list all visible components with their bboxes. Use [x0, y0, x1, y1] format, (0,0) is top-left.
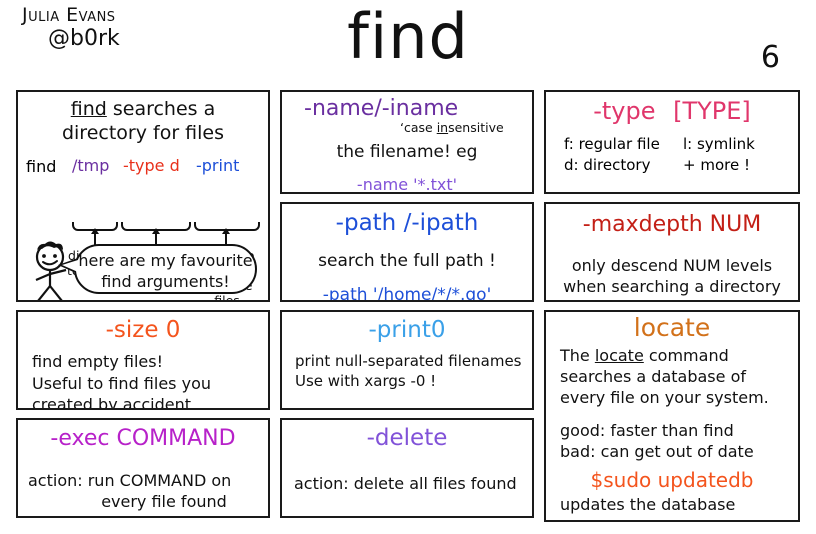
overview-line-2: directory for files: [61, 121, 225, 144]
exec-body-1: action: run COMMAND on: [28, 471, 232, 491]
locate-body-1-keyword: locate: [594, 345, 644, 365]
maxdepth-body-1: only descend NUM levels: [571, 256, 773, 276]
zine-page: Julia Evans @b0rk find 6 find searches a…: [0, 0, 816, 534]
size-body-1: find empty files!: [32, 352, 163, 372]
arrow-directory: [91, 228, 99, 245]
locate-body-1: The locate command: [546, 345, 798, 366]
locate-good-line: good: faster than find: [560, 421, 734, 441]
panel-delete-flag: -delete action: delete all files found: [280, 418, 534, 518]
type-option-d: d: directory: [564, 156, 651, 175]
name-example: -name '*.txt': [356, 174, 458, 194]
type-option-l: l: symlink: [683, 134, 755, 153]
annotation-text-b: sensitive: [448, 120, 504, 135]
print0-body-1: print null-separated filenames: [295, 352, 522, 371]
size-body-3: created by accident: [32, 394, 191, 410]
panel-exec-flag: -exec COMMAND action: run COMMAND on eve…: [16, 418, 270, 518]
name-body: the filename! eg: [336, 142, 478, 163]
speech-line-1: here are my favourite: [78, 251, 253, 270]
panel-find-overview: find searches a directory for files find…: [16, 90, 270, 302]
exec-heading: -exec COMMAND: [50, 426, 236, 451]
command-breakdown: find /tmp -type d -print: [18, 154, 268, 180]
locate-heading: locate: [633, 313, 711, 342]
type-heading-arg: [TYPE]: [673, 97, 751, 125]
overview-line-1: find searches a: [18, 98, 268, 122]
maxdepth-body-2: when searching a directory: [563, 277, 781, 297]
page-title: find: [347, 0, 469, 73]
annotation-text-a: case: [403, 120, 437, 135]
locate-body-3: every file on your system.: [560, 387, 769, 407]
delete-body-1: action: delete all files found: [294, 474, 517, 494]
print0-body-2: Use with xargs -0 !: [295, 372, 437, 391]
type-heading: -type [TYPE]: [546, 97, 798, 126]
page-number: 6: [760, 40, 780, 75]
size-body-2: Useful to find files you: [32, 373, 211, 393]
path-body: search the full path !: [318, 251, 496, 272]
panel-size-flag: -size 0 find empty files! Useful to find…: [16, 310, 270, 410]
name-heading: -name/-iname: [304, 96, 459, 121]
maxdepth-heading: -maxdepth NUM: [582, 212, 762, 237]
type-option-more: + more !: [683, 156, 750, 175]
panel-maxdepth-flag: -maxdepth NUM only descend NUM levels wh…: [544, 202, 800, 302]
size-heading: -size 0: [105, 317, 181, 343]
path-example: -path '/home/*/*.go': [322, 284, 492, 302]
locate-body-1-a: The: [560, 345, 595, 365]
overview-find-word: find: [70, 98, 107, 120]
locate-bad-line: bad: can get out of date: [560, 442, 754, 462]
panel-path-flag: -path /-ipath search the full path ! -pa…: [280, 202, 534, 302]
cmd-arg-print: -print: [196, 155, 240, 175]
panel-type-flag: -type [TYPE] f: regular file d: director…: [544, 90, 800, 194]
type-heading-flag: -type: [593, 97, 656, 125]
cmd-prefix: find: [26, 156, 57, 176]
overview-line-1-rest: searches a: [112, 98, 216, 120]
type-options-left: f: regular file d: directory: [564, 134, 679, 178]
panel-locate-command: locate The locate command searches a dat…: [544, 310, 800, 522]
type-options: f: regular file d: directory l: symlink …: [546, 134, 798, 178]
speech-bubble: here are my favourite find arguments!: [74, 244, 257, 294]
speech-line-2: find arguments!: [101, 271, 230, 291]
locate-footer: updates the database: [560, 495, 736, 515]
locate-body-2: searches a database of: [560, 366, 746, 386]
annotation-text-underlined: in: [436, 120, 449, 135]
path-heading: -path /-ipath: [335, 210, 479, 236]
name-annotation: ‘case insensitive: [400, 120, 504, 135]
cmd-arg-directory: /tmp: [72, 155, 110, 175]
panel-name-flag: -name/-iname ‘case insensitive the filen…: [280, 90, 534, 194]
print0-heading: -print0: [368, 317, 446, 343]
panel-print0-flag: -print0 print null-separated filenames U…: [280, 310, 534, 410]
cmd-arg-type: -type d: [123, 155, 180, 175]
locate-updatedb-command: $sudo updatedb: [590, 468, 754, 493]
type-options-right: l: symlink + more !: [679, 134, 798, 178]
speech-bubble-tail-fill: [62, 260, 78, 272]
delete-heading: -delete: [366, 425, 448, 451]
exec-body-2: every file found: [101, 492, 227, 512]
locate-body-1-c: command: [643, 345, 729, 365]
type-option-f: f: regular file: [564, 134, 660, 153]
